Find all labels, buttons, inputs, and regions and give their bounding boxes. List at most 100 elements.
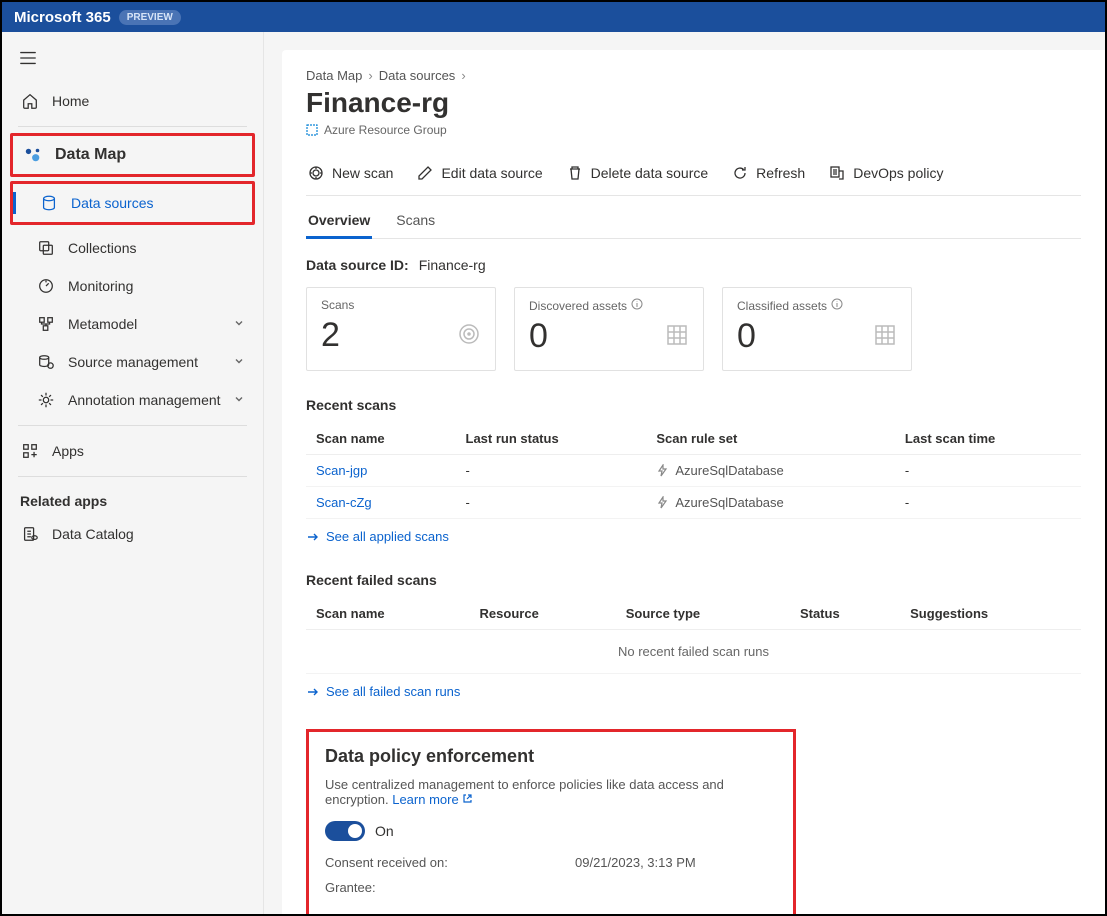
col-last-time: Last scan time [895,423,1081,455]
chevron-down-icon [233,354,245,370]
recent-scans-title: Recent scans [306,397,1081,413]
preview-badge: PREVIEW [119,10,181,25]
col-resource: Resource [470,598,616,630]
chevron-down-icon [233,316,245,332]
nav-apps[interactable]: Apps [10,432,255,470]
external-link-icon [462,792,473,807]
data-policy-enforcement-box: Data policy enforcement Use centralized … [306,729,796,914]
failed-scans-table: Scan name Resource Source type Status Su… [306,598,1081,674]
hamburger-icon[interactable] [14,44,42,72]
nav-metamodel[interactable]: Metamodel [10,305,255,343]
info-icon[interactable] [631,298,643,313]
col-ruleset: Scan rule set [646,423,895,455]
azure-resource-group-icon [306,124,318,136]
scan-link[interactable]: Scan-cZg [316,495,372,510]
see-all-failed-link[interactable]: See all failed scan runs [306,684,1081,699]
card-classified-value: 0 [737,317,756,356]
info-icon[interactable] [831,298,843,313]
toggle-label: On [375,823,394,839]
see-all-scans-link[interactable]: See all applied scans [306,529,1081,544]
card-classified[interactable]: Classified assets 0 [722,287,912,371]
chevron-right-icon: › [461,68,465,83]
grantee-row: Grantee: [325,880,777,895]
main-content: Data Map › Data sources › Finance-rg Azu… [264,32,1105,914]
edit-button[interactable]: Edit data source [415,161,544,185]
page-title: Finance-rg [306,87,1081,119]
nav-annotation-management[interactable]: Annotation management [10,381,255,419]
divider [18,126,247,127]
toolbar: New scan Edit data source Delete data so… [306,153,1081,196]
nav-monitoring-label: Monitoring [68,278,133,294]
nav-source-management[interactable]: Source management [10,343,255,381]
card-classified-title: Classified assets [737,299,827,313]
consent-value: 09/21/2023, 3:13 PM [575,855,696,870]
delete-button[interactable]: Delete data source [565,161,711,185]
new-scan-label: New scan [332,165,393,181]
ds-id-label: Data source ID: [306,257,409,273]
devops-policy-button[interactable]: DevOps policy [827,161,945,185]
apps-icon [20,441,40,461]
card-discovered[interactable]: Discovered assets 0 [514,287,704,371]
ds-id-value: Finance-rg [419,257,486,273]
related-apps-label: Related apps [10,483,255,515]
failed-scans-title: Recent failed scans [306,572,1081,588]
card-scans-value: 2 [321,316,340,355]
scan-link[interactable]: Scan-jgp [316,463,367,478]
nav-annotation-label: Annotation management [68,392,221,408]
card-discovered-title: Discovered assets [529,299,627,313]
breadcrumb-data-sources[interactable]: Data sources [379,68,456,83]
delete-label: Delete data source [591,165,709,181]
nav-home-label: Home [52,93,89,109]
collections-icon [36,238,56,258]
learn-more-link[interactable]: Learn more [392,792,473,807]
breadcrumb-data-map[interactable]: Data Map [306,68,362,83]
nav-data-sources[interactable]: Data sources [10,181,255,225]
data-sources-icon [39,193,59,213]
devops-label: DevOps policy [853,165,943,181]
refresh-label: Refresh [756,165,805,181]
tab-scans[interactable]: Scans [394,204,437,238]
nav-data-map[interactable]: Data Map [10,133,255,177]
tabs: Overview Scans [306,196,1081,239]
consent-label: Consent received on: [325,855,575,870]
card-scans[interactable]: Scans 2 [306,287,496,371]
card-discovered-value: 0 [529,317,548,356]
col-last-status: Last run status [456,423,647,455]
nav-home[interactable]: Home [10,82,255,120]
product-title: Microsoft 365 [14,9,111,26]
grantee-label: Grantee: [325,880,575,895]
nav-apps-label: Apps [52,443,84,459]
empty-row: No recent failed scan runs [306,630,1081,674]
cell-last-time: - [895,487,1081,519]
chevron-right-icon: › [368,68,372,83]
policy-toggle[interactable] [325,821,365,841]
top-bar: Microsoft 365 PREVIEW [2,2,1105,32]
monitoring-icon [36,276,56,296]
nav-collections[interactable]: Collections [10,229,255,267]
cell-last-time: - [895,455,1081,487]
target-icon [457,322,481,349]
recent-scans-table: Scan name Last run status Scan rule set … [306,423,1081,519]
divider [18,425,247,426]
tab-overview[interactable]: Overview [306,204,372,238]
policy-description: Use centralized management to enforce po… [325,777,777,807]
new-scan-button[interactable]: New scan [306,161,395,185]
edit-label: Edit data source [441,165,542,181]
card-scans-title: Scans [321,298,481,312]
nav-monitoring[interactable]: Monitoring [10,267,255,305]
refresh-button[interactable]: Refresh [730,161,807,185]
grid-icon [665,323,689,350]
policy-title: Data policy enforcement [325,746,777,767]
nav-data-catalog[interactable]: Data Catalog [10,515,255,553]
cell-ruleset: AzureSqlDatabase [656,463,885,478]
data-source-id-row: Data source ID: Finance-rg [306,257,1081,273]
table-row: Scan-cZg - AzureSqlDatabase - [306,487,1081,519]
data-map-icon [23,145,43,165]
nav-source-management-label: Source management [68,354,198,370]
col-suggestions: Suggestions [900,598,1081,630]
col-fstatus: Status [790,598,900,630]
cell-ruleset: AzureSqlDatabase [656,495,885,510]
consent-row: Consent received on: 09/21/2023, 3:13 PM [325,855,777,870]
breadcrumb: Data Map › Data sources › [306,68,1081,83]
resource-type-label: Azure Resource Group [324,123,447,137]
